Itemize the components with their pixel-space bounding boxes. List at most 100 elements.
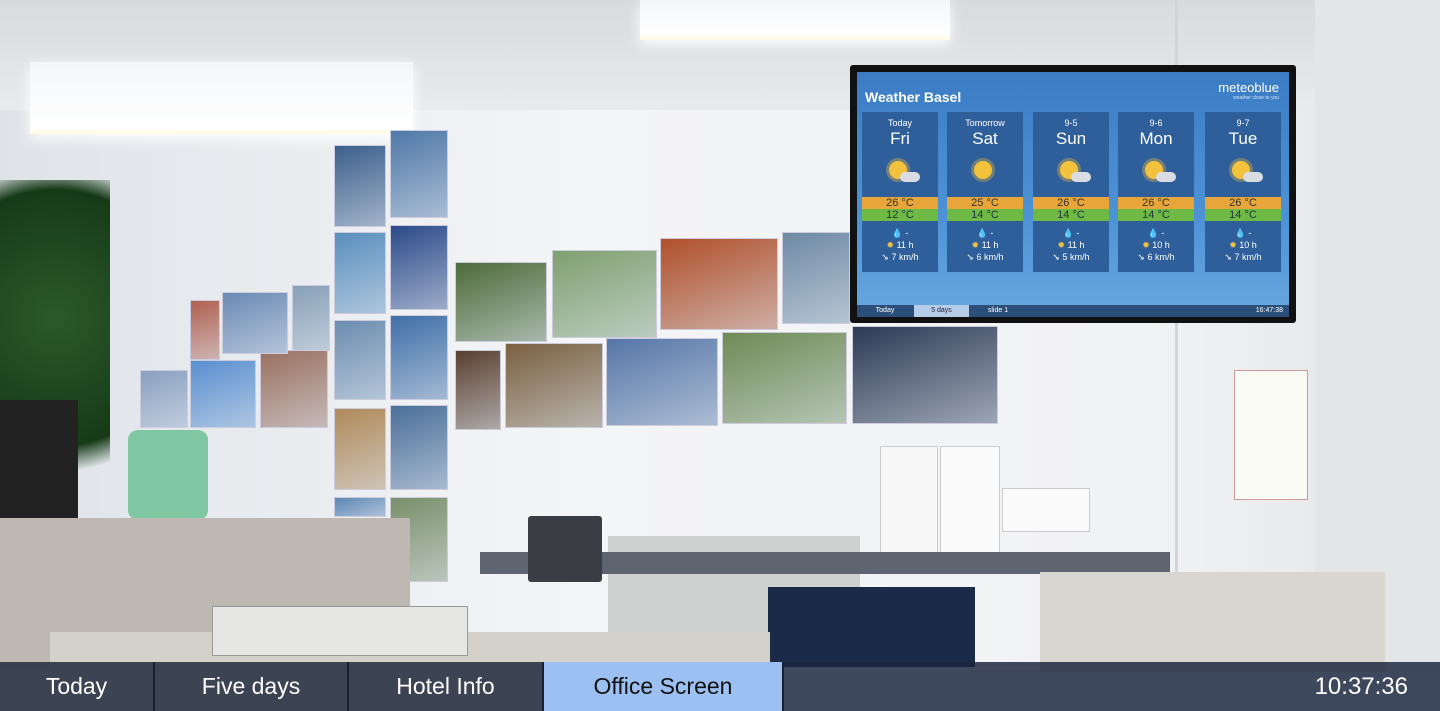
- max-temp: 26 °C: [1205, 197, 1281, 209]
- sun-cloud-icon: [1136, 155, 1176, 189]
- wall-photo: [334, 145, 386, 227]
- sun-cloud-icon: [1223, 155, 1263, 189]
- droplet-icon: 💧: [1062, 228, 1074, 238]
- paper: [880, 446, 938, 558]
- tv-tab-5-days: 5 days: [914, 305, 969, 317]
- wall-photo: [334, 232, 386, 314]
- wall-photo: [334, 497, 386, 517]
- wind-arrow-icon: ➘: [1224, 252, 1232, 262]
- weather-screen: Weather Basel meteoblue weather close to …: [857, 72, 1289, 317]
- weather-title: Weather Basel: [865, 89, 962, 105]
- wall-photo: [455, 262, 547, 342]
- wall-photo: [390, 315, 448, 400]
- sun-small-icon: ✹: [971, 240, 980, 250]
- droplet-icon: 💧: [976, 228, 988, 238]
- droplet-icon: 💧: [1147, 228, 1159, 238]
- day-name: Mon: [1139, 129, 1173, 148]
- precipitation: 💧 -: [891, 228, 909, 238]
- tv-tab-slide-1: slide 1: [987, 307, 1009, 314]
- sun-small-icon: ✹: [1229, 240, 1237, 250]
- meteoblue-logo: meteoblue weather close to you: [1218, 80, 1279, 101]
- wind: ➘ 6 km/h: [1137, 252, 1175, 262]
- tab-today[interactable]: Today: [0, 662, 155, 711]
- min-temp: 14 °C: [1033, 209, 1109, 221]
- paper: [940, 446, 1000, 554]
- printer: [212, 606, 468, 656]
- day-name: Sat: [972, 129, 998, 148]
- pen-holder: [528, 516, 602, 582]
- wind: ➘ 7 km/h: [1224, 252, 1262, 262]
- wind: ➘ 5 km/h: [1052, 252, 1090, 262]
- day-label: 9-5: [1064, 118, 1078, 128]
- sunshine-hours: ✹ 11 h: [1057, 240, 1085, 250]
- wind: ➘ 7 km/h: [881, 252, 919, 262]
- day-name: Sun: [1055, 129, 1087, 148]
- day-label: 9-7: [1236, 118, 1250, 128]
- wind: ➘ 6 km/h: [966, 252, 1004, 262]
- clock: 10:37:36: [1314, 673, 1408, 700]
- wind-arrow-icon: ➘: [881, 252, 889, 262]
- wall-photo: [390, 405, 448, 490]
- day-label: 9-6: [1149, 118, 1163, 128]
- tab-office-screen[interactable]: Office Screen: [544, 662, 784, 711]
- wall-photo: [390, 130, 448, 218]
- sunshine-hours: ✹ 11 h: [971, 240, 999, 250]
- right-wall: [1315, 0, 1440, 670]
- certificate: [1234, 370, 1308, 500]
- wall-photo: [390, 225, 448, 310]
- sun-small-icon: ✹: [1057, 240, 1066, 250]
- forecast-day: 9-5 Sun 26 °C 14 °C 💧 - ✹ 11 h ➘ 5 km/h: [1033, 112, 1109, 272]
- max-temp: 26 °C: [1118, 197, 1194, 209]
- tv-tab-today: Today: [875, 307, 895, 314]
- tv-tab-bar: Today 5 days slide 1 16:47:38: [857, 305, 1289, 317]
- droplet-icon: 💧: [891, 228, 903, 238]
- sunshine-hours: ✹ 10 h: [1142, 240, 1170, 250]
- wall-photo: [222, 292, 288, 354]
- droplet-icon: 💧: [1234, 228, 1246, 238]
- sun-cloud-icon: [1051, 155, 1091, 189]
- day-label: Today: [887, 118, 913, 128]
- ceiling-light: [640, 0, 950, 40]
- max-temp: 26 °C: [1033, 197, 1109, 209]
- sun-small-icon: ✹: [1142, 240, 1150, 250]
- ceiling-light: [30, 62, 413, 134]
- min-temp: 12 °C: [862, 209, 938, 221]
- precipitation: 💧 -: [976, 228, 994, 238]
- sun-icon: [965, 155, 1005, 189]
- plant-pot: [0, 400, 78, 525]
- monitor: [768, 587, 975, 667]
- wall-photo: [722, 332, 847, 424]
- precipitation: 💧 -: [1147, 228, 1165, 238]
- sunshine-hours: ✹ 10 h: [1229, 240, 1257, 250]
- paper: [1002, 488, 1090, 532]
- wall-photo: [505, 343, 603, 428]
- precipitation: 💧 -: [1062, 228, 1080, 238]
- day-name: Fri: [890, 129, 910, 148]
- tab-hotel-info[interactable]: Hotel Info: [349, 662, 544, 711]
- sun-cloud-icon: [880, 155, 920, 189]
- tv-clock: 16:47:38: [1255, 307, 1283, 314]
- precipitation: 💧 -: [1234, 228, 1252, 238]
- wall-photo: [552, 250, 657, 338]
- wall-photo: [190, 300, 220, 360]
- wall-photo: [190, 360, 256, 428]
- tab-five-days[interactable]: Five days: [155, 662, 349, 711]
- wall-photo: [334, 408, 386, 490]
- wind-arrow-icon: ➘: [1052, 252, 1060, 262]
- wall-photo: [852, 326, 998, 424]
- wall-photo: [455, 350, 501, 430]
- min-temp: 14 °C: [1118, 209, 1194, 221]
- forecast-day: 9-7 Tue 26 °C 14 °C 💧 - ✹ 10 h ➘ 7 km/h: [1205, 112, 1281, 272]
- watering-can: [128, 430, 208, 520]
- wall-photo: [606, 338, 718, 426]
- bottom-nav: Today Five days Hotel Info Office Screen…: [0, 662, 1440, 711]
- max-temp: 25 °C: [947, 197, 1023, 209]
- wind-arrow-icon: ➘: [1137, 252, 1145, 262]
- wall-photo: [140, 370, 188, 428]
- forecast-day: Today Fri 26 °C 12 °C 💧 - ✹ 11 h ➘ 7 km/…: [862, 112, 938, 272]
- wall-photo: [334, 320, 386, 400]
- max-temp: 26 °C: [862, 197, 938, 209]
- sun-small-icon: ✹: [886, 240, 895, 250]
- wall-photo: [782, 232, 850, 324]
- wall-photo: [292, 285, 330, 351]
